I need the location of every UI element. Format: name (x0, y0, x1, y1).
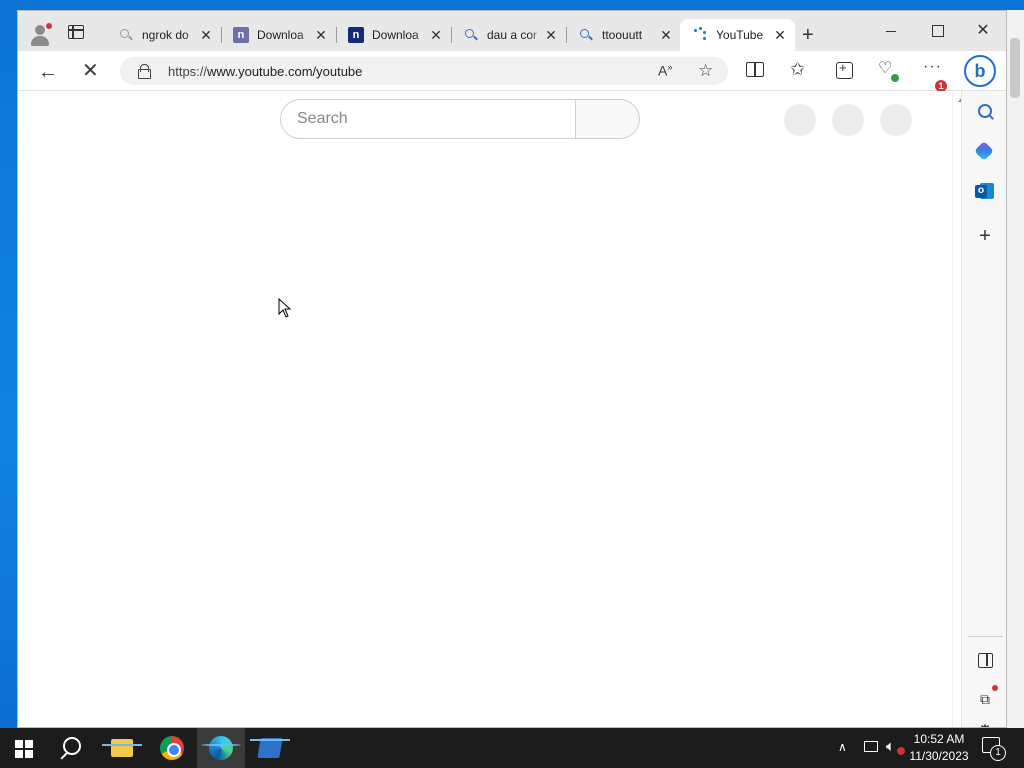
n-logo-icon: n (348, 27, 364, 43)
tab-title: ngrok do (142, 28, 189, 42)
file-explorer-icon[interactable] (98, 728, 146, 768)
tab-title: YouTube (716, 28, 764, 42)
windows-start-icon[interactable] (0, 728, 48, 768)
edge-icon[interactable] (197, 728, 245, 768)
open-external-icon[interactable]: ⧉ (974, 688, 996, 710)
tab-close-icon[interactable]: ✕ (544, 27, 558, 44)
lock-icon[interactable] (138, 64, 151, 79)
chrome-icon[interactable] (148, 728, 196, 768)
sidebar-search-icon[interactable] (974, 101, 996, 123)
volume-muted-badge (897, 747, 905, 755)
tab-4[interactable]: ttoouutt ✕ (566, 19, 681, 51)
search-icon (118, 27, 134, 43)
placeholder-circle-icon (784, 104, 816, 136)
tab-close-icon[interactable]: ✕ (429, 27, 443, 44)
powershell-icon[interactable] (246, 728, 294, 768)
tab-close-icon[interactable]: ✕ (659, 27, 673, 44)
tab-close-icon[interactable]: ✕ (199, 27, 213, 44)
read-aloud-icon[interactable]: A» (658, 63, 672, 78)
health-status-dot (891, 74, 899, 82)
collections-icon[interactable] (836, 61, 853, 79)
search-button[interactable] (576, 99, 640, 139)
n-logo-icon: n (233, 27, 249, 43)
tab-title: dau a cor (487, 28, 538, 42)
placeholder-circle-icon (832, 104, 864, 136)
address-toolbar: ← ✕ https://www.youtube.com/youtube A» ☆… (18, 51, 1006, 92)
tab-0[interactable]: ngrok do ✕ (106, 19, 222, 51)
maximize-button[interactable] (922, 21, 952, 41)
new-tab-button[interactable]: + (802, 25, 814, 45)
favorites-icon[interactable]: ✩ (790, 60, 805, 78)
browser-window: ngrok do ✕ n Downloa ✕ n Downloa ✕ dau a… (17, 10, 1007, 728)
sidebar-divider (968, 636, 1003, 637)
clock-time: 10:52 AM (913, 732, 965, 746)
system-clock[interactable]: 10:52 AM 11/30/2023 (906, 731, 972, 765)
taskbar: ∧ 🔈︎ 10:52 AM 11/30/2023 1 (0, 728, 1024, 768)
stop-loading-icon[interactable]: ✕ (82, 61, 99, 81)
tab-3[interactable]: dau a cor ✕ (451, 19, 567, 51)
tab-close-icon[interactable]: ✕ (773, 27, 787, 44)
add-sidebar-app-icon[interactable]: + (974, 225, 996, 247)
show-hidden-icons-chevron-icon[interactable]: ∧ (838, 740, 847, 768)
loading-icon (692, 27, 708, 43)
tab-actions-menu-icon[interactable] (68, 25, 84, 39)
tab-5-active[interactable]: YouTube ✕ (680, 19, 795, 51)
network-icon[interactable] (864, 741, 878, 752)
profile-avatar-icon[interactable] (29, 23, 52, 47)
search-icon (578, 27, 594, 43)
tab-2[interactable]: n Downloa ✕ (336, 19, 452, 51)
tab-title: Downloa (372, 28, 419, 42)
url-text[interactable]: https://www.youtube.com/youtube (168, 64, 362, 79)
search-input[interactable]: Search (280, 99, 576, 139)
sidebar-settings-icon[interactable]: ⚙ (974, 721, 996, 727)
search-icon (463, 27, 479, 43)
clock-date: 11/30/2023 (909, 749, 969, 763)
notification-dot (992, 685, 998, 691)
taskbar-search-icon[interactable] (48, 728, 96, 768)
background-window-edge (1007, 10, 1024, 728)
tab-close-icon[interactable]: ✕ (314, 27, 328, 44)
tab-title: ttoouutt (602, 28, 643, 42)
hide-sidebar-icon[interactable] (974, 649, 996, 671)
notification-count-badge: 1 (990, 745, 1006, 761)
browser-essentials-icon[interactable]: ♡ (878, 61, 892, 77)
profile-notification-dot (46, 23, 52, 29)
more-menu-icon[interactable]: ··· (923, 59, 942, 75)
tab-bar: ngrok do ✕ n Downloa ✕ n Downloa ✕ dau a… (18, 11, 1006, 51)
address-bar[interactable]: https://www.youtube.com/youtube A» ☆ (120, 57, 728, 85)
bing-copilot-icon[interactable]: b (964, 55, 996, 87)
outlook-icon[interactable] (974, 181, 996, 203)
volume-icon[interactable]: 🔈︎ (886, 738, 895, 768)
page-content: Search (18, 91, 952, 727)
tab-title: Downloa (257, 28, 304, 42)
star-favorite-icon[interactable]: ☆ (698, 62, 713, 79)
close-window-button[interactable]: ✕ (968, 20, 998, 40)
back-arrow-icon[interactable]: ← (38, 62, 58, 82)
minimize-button[interactable] (876, 21, 906, 41)
microsoft-365-icon[interactable] (974, 141, 996, 163)
placeholder-circle-icon (880, 104, 912, 136)
edge-sidebar: + ⧉ ⚙ (961, 91, 1006, 727)
split-screen-icon[interactable] (746, 62, 764, 77)
tab-1[interactable]: n Downloa ✕ (221, 19, 337, 51)
